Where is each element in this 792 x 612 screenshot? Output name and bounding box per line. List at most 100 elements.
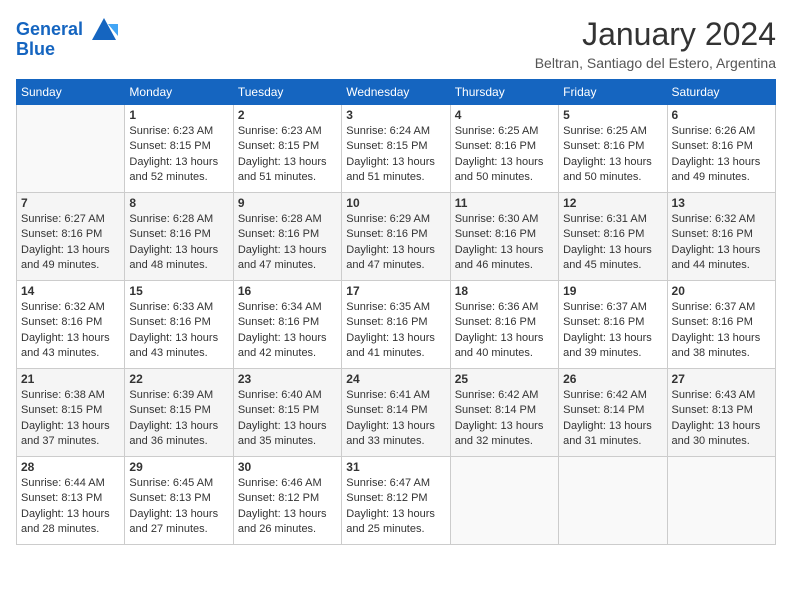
day-number: 12 (563, 196, 662, 210)
day-number: 14 (21, 284, 120, 298)
title-area: January 2024 Beltran, Santiago del Ester… (535, 16, 776, 71)
day-number: 9 (238, 196, 337, 210)
calendar-day-cell: 16 Sunrise: 6:34 AM Sunset: 8:16 PM Dayli… (233, 281, 341, 369)
day-number: 26 (563, 372, 662, 386)
calendar-week-row: 28Sunrise: 6:44 AM Sunset: 8:13 PM Dayli… (17, 457, 776, 545)
calendar-week-row: 21 Sunrise: 6:38 AM Sunset: 8:15 PM Dayli… (17, 369, 776, 457)
calendar-header-cell: Friday (559, 80, 667, 105)
calendar-week-row: 14 Sunrise: 6:32 AM Sunset: 8:16 PM Dayli… (17, 281, 776, 369)
calendar-day-cell: 7Sunrise: 6:27 AM Sunset: 8:16 PM Daylig… (17, 193, 125, 281)
calendar-day-cell: 9 Sunrise: 6:28 AM Sunset: 8:16 PM Daylig… (233, 193, 341, 281)
day-number: 31 (346, 460, 445, 474)
day-info: Sunrise: 6:37 AM Sunset: 8:16 PM Dayligh… (563, 300, 662, 362)
day-info: Sunrise: 6:47 AM Sunset: 8:12 PM Dayligh… (346, 476, 445, 538)
day-info: Sunrise: 6:39 AM Sunset: 8:15 PM Dayligh… (129, 388, 228, 450)
day-number: 2 (238, 108, 337, 122)
day-info: Sunrise: 6:25 AM Sunset: 8:16 PM Dayligh… (455, 124, 554, 186)
day-number: 27 (672, 372, 771, 386)
calendar-body: 1 Sunrise: 6:23 AM Sunset: 8:15 PM Daylig… (17, 105, 776, 545)
day-number: 15 (129, 284, 228, 298)
day-number: 11 (455, 196, 554, 210)
day-info: Sunrise: 6:29 AM Sunset: 8:16 PM Dayligh… (346, 212, 445, 274)
calendar-day-cell: 25 Sunrise: 6:42 AM Sunset: 8:14 PM Dayli… (450, 369, 558, 457)
day-number: 19 (563, 284, 662, 298)
day-info: Sunrise: 6:37 AM Sunset: 8:16 PM Dayligh… (672, 300, 771, 362)
day-number: 3 (346, 108, 445, 122)
calendar-header-cell: Tuesday (233, 80, 341, 105)
calendar-day-cell: 29Sunrise: 6:45 AM Sunset: 8:13 PM Dayli… (125, 457, 233, 545)
calendar-day-cell (559, 457, 667, 545)
calendar-day-cell: 20 Sunrise: 6:37 AM Sunset: 8:16 PM Dayli… (667, 281, 775, 369)
calendar-day-cell: 27 Sunrise: 6:43 AM Sunset: 8:13 PM Dayli… (667, 369, 775, 457)
calendar-day-cell (667, 457, 775, 545)
page-header: General Blue January 2024 Beltran, Santi… (16, 16, 776, 71)
day-info: Sunrise: 6:33 AM Sunset: 8:16 PM Dayligh… (129, 300, 228, 362)
day-number: 30 (238, 460, 337, 474)
day-info: Sunrise: 6:30 AM Sunset: 8:16 PM Dayligh… (455, 212, 554, 274)
day-number: 20 (672, 284, 771, 298)
day-info: Sunrise: 6:28 AM Sunset: 8:16 PM Dayligh… (238, 212, 337, 274)
logo: General Blue (16, 16, 118, 60)
calendar-day-cell (17, 105, 125, 193)
calendar-header-cell: Sunday (17, 80, 125, 105)
calendar-week-row: 1 Sunrise: 6:23 AM Sunset: 8:15 PM Daylig… (17, 105, 776, 193)
day-info: Sunrise: 6:31 AM Sunset: 8:16 PM Dayligh… (563, 212, 662, 274)
day-info: Sunrise: 6:40 AM Sunset: 8:15 PM Dayligh… (238, 388, 337, 450)
day-number: 25 (455, 372, 554, 386)
calendar-day-cell: 22Sunrise: 6:39 AM Sunset: 8:15 PM Dayli… (125, 369, 233, 457)
day-info: Sunrise: 6:34 AM Sunset: 8:16 PM Dayligh… (238, 300, 337, 362)
day-number: 4 (455, 108, 554, 122)
calendar-day-cell: 4 Sunrise: 6:25 AM Sunset: 8:16 PM Daylig… (450, 105, 558, 193)
calendar-day-cell: 23 Sunrise: 6:40 AM Sunset: 8:15 PM Dayli… (233, 369, 341, 457)
calendar-day-cell: 24 Sunrise: 6:41 AM Sunset: 8:14 PM Dayli… (342, 369, 450, 457)
calendar-day-cell: 26 Sunrise: 6:42 AM Sunset: 8:14 PM Dayli… (559, 369, 667, 457)
day-number: 23 (238, 372, 337, 386)
calendar-header-row: SundayMondayTuesdayWednesdayThursdayFrid… (17, 80, 776, 105)
calendar-header-cell: Thursday (450, 80, 558, 105)
day-info: Sunrise: 6:24 AM Sunset: 8:15 PM Dayligh… (346, 124, 445, 186)
calendar-day-cell: 18 Sunrise: 6:36 AM Sunset: 8:16 PM Dayli… (450, 281, 558, 369)
day-info: Sunrise: 6:46 AM Sunset: 8:12 PM Dayligh… (238, 476, 337, 538)
day-info: Sunrise: 6:32 AM Sunset: 8:16 PM Dayligh… (672, 212, 771, 274)
calendar-day-cell: 1 Sunrise: 6:23 AM Sunset: 8:15 PM Daylig… (125, 105, 233, 193)
day-info: Sunrise: 6:43 AM Sunset: 8:13 PM Dayligh… (672, 388, 771, 450)
day-info: Sunrise: 6:28 AM Sunset: 8:16 PM Dayligh… (129, 212, 228, 274)
day-number: 8 (129, 196, 228, 210)
day-info: Sunrise: 6:42 AM Sunset: 8:14 PM Dayligh… (563, 388, 662, 450)
calendar-week-row: 7Sunrise: 6:27 AM Sunset: 8:16 PM Daylig… (17, 193, 776, 281)
calendar-day-cell: 3 Sunrise: 6:24 AM Sunset: 8:15 PM Daylig… (342, 105, 450, 193)
calendar-day-cell: 8 Sunrise: 6:28 AM Sunset: 8:16 PM Daylig… (125, 193, 233, 281)
day-info: Sunrise: 6:32 AM Sunset: 8:16 PM Dayligh… (21, 300, 120, 362)
day-number: 1 (129, 108, 228, 122)
calendar-day-cell: 17Sunrise: 6:35 AM Sunset: 8:16 PM Dayli… (342, 281, 450, 369)
location-title: Beltran, Santiago del Estero, Argentina (535, 55, 776, 71)
calendar-day-cell: 19 Sunrise: 6:37 AM Sunset: 8:16 PM Dayli… (559, 281, 667, 369)
calendar-day-cell: 6 Sunrise: 6:26 AM Sunset: 8:16 PM Daylig… (667, 105, 775, 193)
day-number: 5 (563, 108, 662, 122)
day-info: Sunrise: 6:25 AM Sunset: 8:16 PM Dayligh… (563, 124, 662, 186)
day-number: 7 (21, 196, 120, 210)
day-number: 28 (21, 460, 120, 474)
day-info: Sunrise: 6:23 AM Sunset: 8:15 PM Dayligh… (129, 124, 228, 186)
calendar-day-cell: 31 Sunrise: 6:47 AM Sunset: 8:12 PM Dayli… (342, 457, 450, 545)
day-number: 21 (21, 372, 120, 386)
day-info: Sunrise: 6:26 AM Sunset: 8:16 PM Dayligh… (672, 124, 771, 186)
calendar-day-cell: 21 Sunrise: 6:38 AM Sunset: 8:15 PM Dayli… (17, 369, 125, 457)
day-info: Sunrise: 6:41 AM Sunset: 8:14 PM Dayligh… (346, 388, 445, 450)
day-info: Sunrise: 6:36 AM Sunset: 8:16 PM Dayligh… (455, 300, 554, 362)
calendar-day-cell (450, 457, 558, 545)
day-number: 16 (238, 284, 337, 298)
calendar-day-cell: 28Sunrise: 6:44 AM Sunset: 8:13 PM Dayli… (17, 457, 125, 545)
calendar-day-cell: 30 Sunrise: 6:46 AM Sunset: 8:12 PM Dayli… (233, 457, 341, 545)
day-info: Sunrise: 6:38 AM Sunset: 8:15 PM Dayligh… (21, 388, 120, 450)
day-info: Sunrise: 6:42 AM Sunset: 8:14 PM Dayligh… (455, 388, 554, 450)
day-info: Sunrise: 6:35 AM Sunset: 8:16 PM Dayligh… (346, 300, 445, 362)
calendar-table: SundayMondayTuesdayWednesdayThursdayFrid… (16, 79, 776, 545)
day-number: 24 (346, 372, 445, 386)
calendar-day-cell: 11 Sunrise: 6:30 AM Sunset: 8:16 PM Dayli… (450, 193, 558, 281)
calendar-header-cell: Saturday (667, 80, 775, 105)
day-number: 6 (672, 108, 771, 122)
day-number: 10 (346, 196, 445, 210)
day-number: 18 (455, 284, 554, 298)
day-number: 13 (672, 196, 771, 210)
